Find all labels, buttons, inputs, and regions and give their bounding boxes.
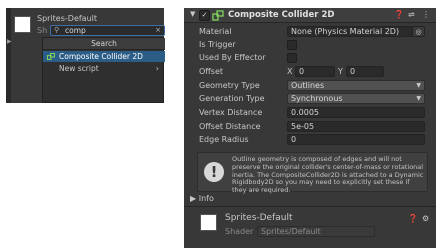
info-foldout[interactable]: ▶ Info bbox=[190, 194, 214, 203]
preset-icon[interactable]: ⇌ bbox=[408, 10, 415, 19]
shader-label: Shader bbox=[225, 227, 254, 236]
used-by-effector-label: Used By Effector bbox=[199, 53, 266, 62]
menu-item-composite-collider-2d[interactable]: Composite Collider 2D bbox=[43, 51, 165, 62]
shader-dropdown[interactable]: Sprites/Default bbox=[257, 226, 375, 237]
material-field[interactable]: None (Physics Material 2D) ◎ bbox=[287, 26, 425, 37]
dropdown-arrow-icon: ▼ bbox=[416, 82, 421, 89]
material-thumbnail bbox=[14, 16, 31, 33]
generation-type-dropdown[interactable]: Synchronous ▼ bbox=[287, 93, 425, 104]
dropdown-arrow-icon: ▼ bbox=[416, 95, 421, 102]
edge-radius-label: Edge Radius bbox=[199, 135, 249, 144]
component-search-input[interactable]: ⚲ comp × bbox=[50, 25, 165, 36]
divider bbox=[184, 206, 436, 207]
info-foldout-label: Info bbox=[198, 194, 214, 203]
info-icon: ! bbox=[204, 162, 224, 182]
used-by-effector-checkbox[interactable] bbox=[287, 53, 297, 63]
search-value: comp bbox=[65, 26, 86, 35]
generation-type-value: Synchronous bbox=[291, 94, 343, 103]
panel-edge bbox=[6, 8, 11, 103]
help-icon[interactable]: ❓ bbox=[394, 10, 404, 19]
offset-y-label: Y bbox=[338, 67, 343, 76]
component-header[interactable]: ▼ ✓ Composite Collider 2D ❓ ⇌ ⋮ bbox=[184, 8, 436, 23]
menu-item-new-script[interactable]: New script › bbox=[43, 63, 165, 74]
settings-icon[interactable]: ⚙ bbox=[422, 214, 429, 223]
geometry-type-value: Outlines bbox=[291, 81, 325, 90]
geometry-type-label: Geometry Type bbox=[199, 81, 260, 90]
offset-x-field[interactable]: 0 bbox=[295, 66, 335, 77]
menu-header: Search bbox=[43, 38, 165, 50]
clear-icon[interactable]: × bbox=[155, 26, 161, 35]
material-name: Sprites-Default bbox=[37, 14, 98, 23]
inspector-panel: ▼ ✓ Composite Collider 2D ❓ ⇌ ⋮ Material… bbox=[184, 8, 436, 248]
offset-x-label: X bbox=[287, 67, 293, 76]
component-title: Composite Collider 2D bbox=[228, 10, 335, 20]
help-box-text: Outline geometry is composed of edges an… bbox=[232, 155, 424, 195]
offset-label: Offset bbox=[199, 67, 224, 76]
offset-distance-label: Offset Distance bbox=[199, 122, 261, 131]
composite-collider-icon bbox=[47, 53, 55, 60]
is-trigger-label: Is Trigger bbox=[199, 40, 236, 49]
material-label: Material bbox=[199, 27, 232, 36]
object-picker-icon[interactable]: ◎ bbox=[412, 27, 424, 36]
component-enabled-checkbox[interactable]: ✓ bbox=[199, 10, 210, 21]
offset-distance-field[interactable]: 5e-05 bbox=[287, 121, 425, 132]
is-trigger-checkbox[interactable] bbox=[287, 40, 297, 50]
menu-item-label: Composite Collider 2D bbox=[59, 52, 143, 61]
vertex-distance-field[interactable]: 0.0005 bbox=[287, 107, 425, 118]
vertex-distance-label: Vertex Distance bbox=[199, 108, 263, 117]
offset-y-field[interactable]: 0 bbox=[346, 66, 384, 77]
foldout-arrow-icon[interactable]: ▶ bbox=[7, 38, 12, 45]
search-icon: ⚲ bbox=[54, 26, 60, 34]
chevron-right-icon: › bbox=[155, 64, 159, 73]
help-icon[interactable]: ❓ bbox=[408, 214, 418, 223]
collapse-arrow-icon[interactable]: ▼ bbox=[190, 10, 195, 18]
generation-type-label: Generation Type bbox=[199, 94, 265, 103]
search-results-menu: Search Composite Collider 2D New script … bbox=[42, 37, 165, 103]
help-box: ! Outline geometry is composed of edges … bbox=[197, 152, 428, 195]
edge-radius-field[interactable]: 0 bbox=[287, 134, 425, 145]
material-thumbnail bbox=[200, 214, 217, 231]
material-field-value: None (Physics Material 2D) bbox=[291, 27, 400, 36]
shader-label: Sh bbox=[37, 26, 48, 35]
more-options-icon[interactable]: ⋮ bbox=[422, 10, 430, 19]
composite-collider-icon bbox=[212, 10, 224, 21]
add-component-panel: Sprites-Default Sh ⚲ comp × ▶ Search Com… bbox=[6, 8, 165, 103]
menu-item-label: New script bbox=[59, 64, 99, 73]
material-name: Sprites-Default bbox=[225, 213, 293, 223]
geometry-type-dropdown[interactable]: Outlines ▼ bbox=[287, 80, 425, 91]
